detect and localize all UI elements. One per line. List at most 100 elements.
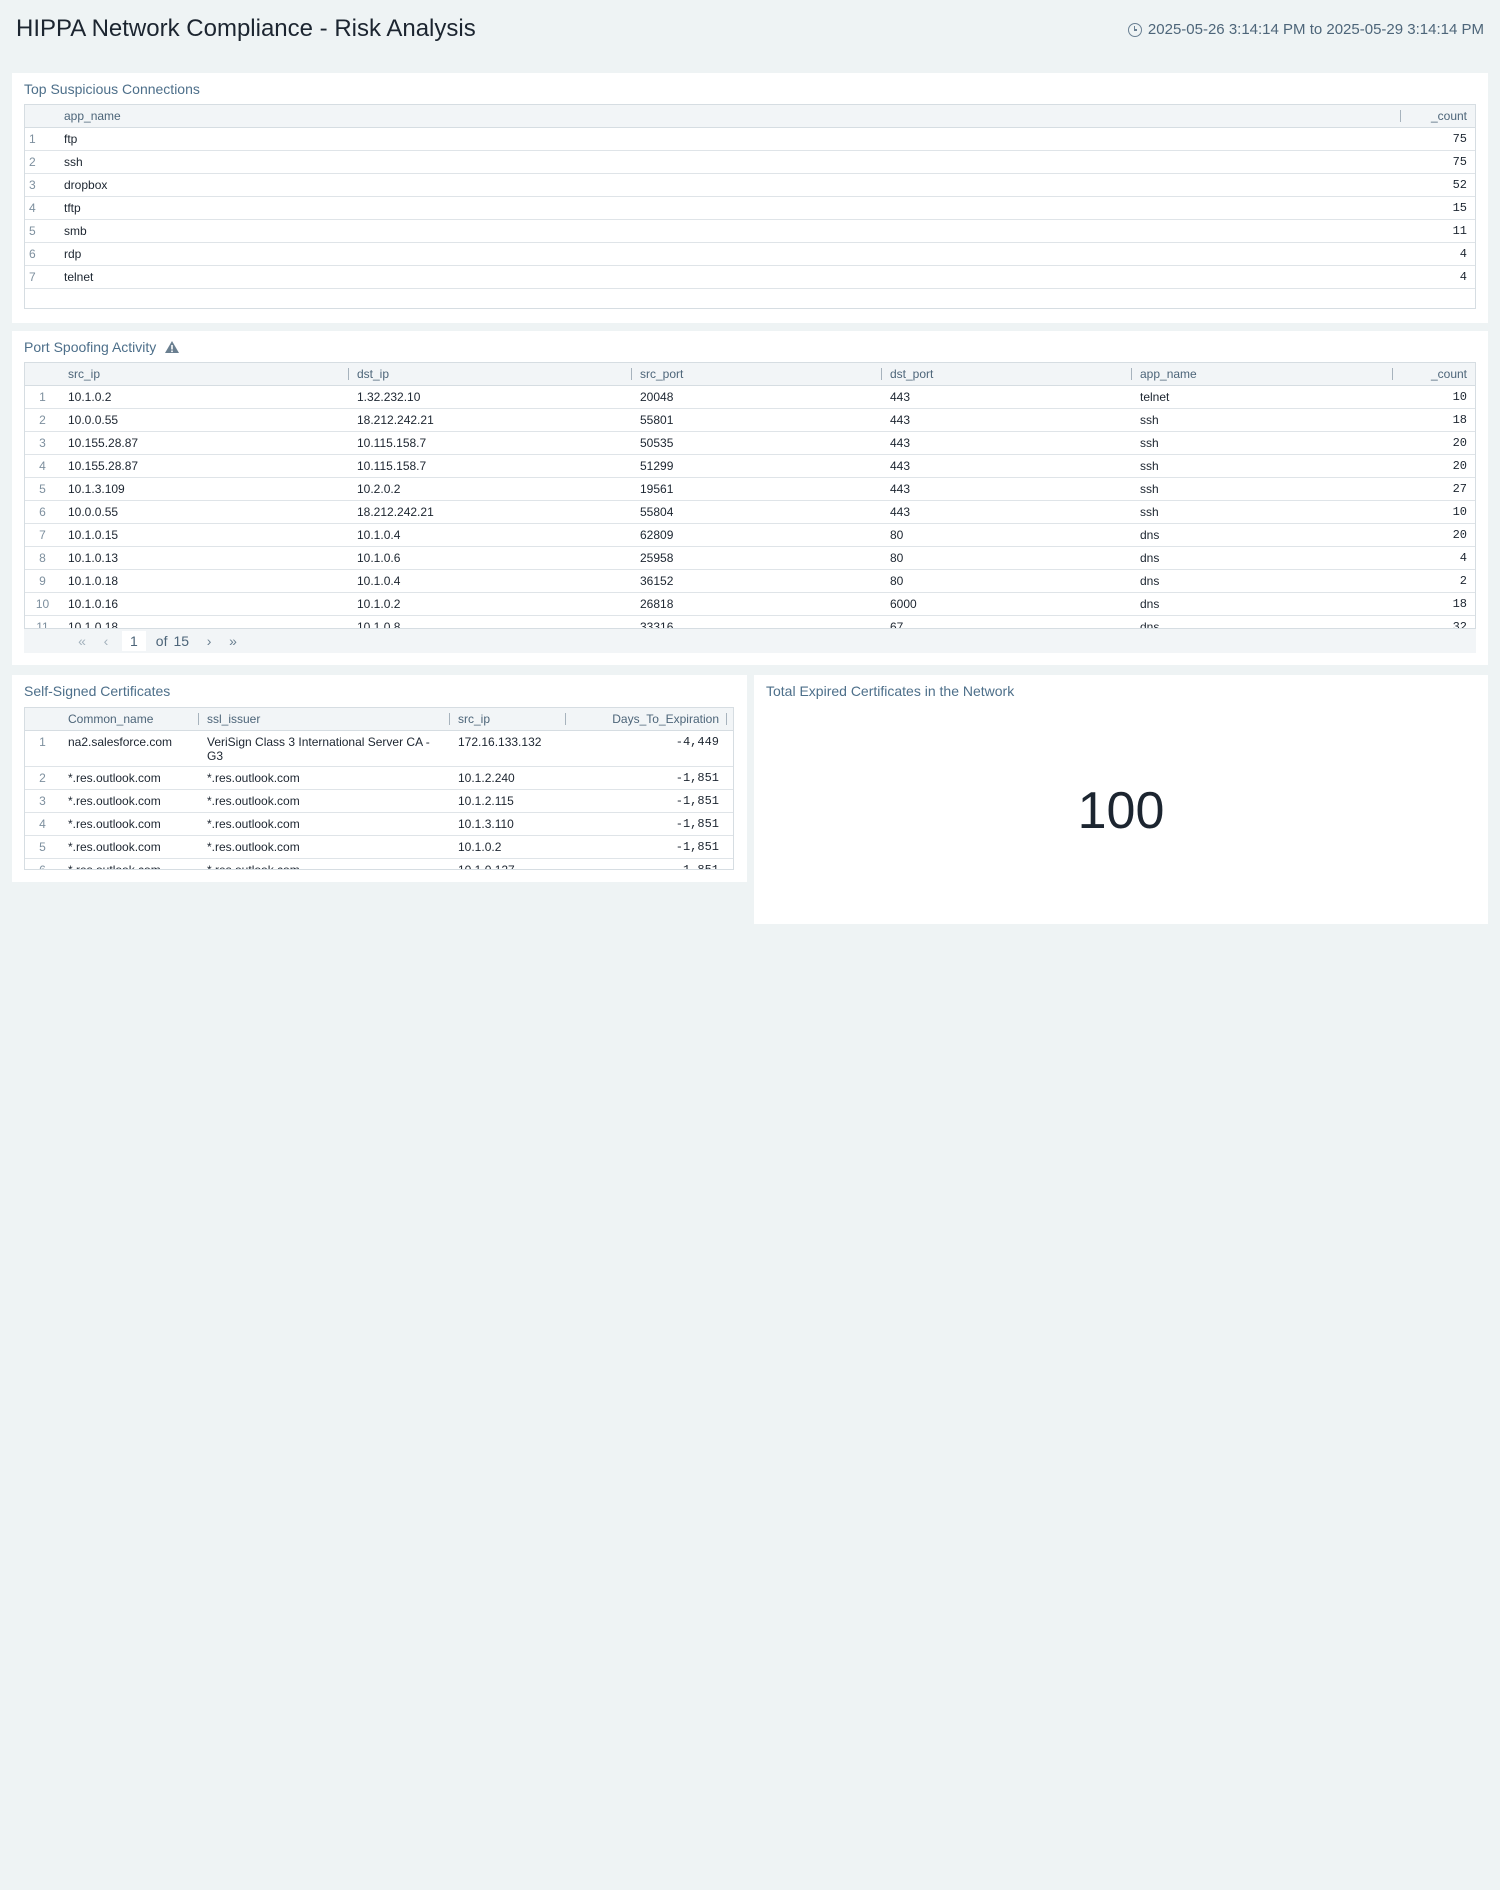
count-cell: 11 (1401, 219, 1475, 243)
expired-certificates-panel: Total Expired Certificates in the Networ… (754, 675, 1488, 924)
table-row[interactable]: 4 10.155.28.87 10.115.158.7 51299 443 ssh 20 (25, 454, 1475, 478)
expired-certificates-count: 100 (1077, 782, 1165, 840)
app-name-cell: dns (1132, 615, 1393, 628)
app-name-cell: telnet (56, 265, 1401, 289)
table-row[interactable]: 6 10.0.0.55 18.212.242.21 55804 443 ssh 10 (25, 500, 1475, 524)
table-row[interactable]: 8 10.1.0.13 10.1.0.6 25958 80 dns 4 (25, 546, 1475, 570)
truncated-cell (727, 766, 733, 790)
app-name-cell: dns (1132, 592, 1393, 616)
table-row[interactable]: 10 10.1.0.16 10.1.0.2 26818 6000 dns 18 (25, 592, 1475, 616)
table-row[interactable]: 1 ftp 75 (25, 127, 1475, 151)
column-header-app-name[interactable]: app_name (56, 105, 1401, 128)
src-ip-cell: 10.0.0.55 (60, 500, 349, 524)
dst-port-cell: 67 (882, 615, 1132, 628)
row-index: 3 (25, 431, 60, 455)
row-index: 2 (25, 408, 60, 432)
page-number-input[interactable]: 1 (122, 631, 146, 651)
table-row[interactable]: 3 dropbox 52 (25, 173, 1475, 197)
table-row[interactable]: 1 na2.salesforce.com VeriSign Class 3 Inte… (25, 730, 733, 767)
row-index: 1 (25, 127, 56, 151)
table-row[interactable]: 3 *.res.outlook.com *.res.outlook.com 10.1.… (25, 789, 733, 813)
table-row[interactable]: 7 telnet 4 (25, 265, 1475, 289)
count-cell: 18 (1393, 592, 1475, 616)
src-ip-cell: 10.0.0.55 (60, 408, 349, 432)
table-row[interactable]: 7 10.1.0.15 10.1.0.4 62809 80 dns 20 (25, 523, 1475, 547)
common-name-cell: *.res.outlook.com (60, 858, 199, 869)
dst-port-cell: 80 (882, 523, 1132, 547)
dst-ip-cell: 10.2.0.2 (349, 477, 632, 501)
warning-icon[interactable] (164, 340, 180, 354)
column-header-dst-port[interactable]: dst_port (882, 363, 1132, 386)
table-row[interactable]: 11 10.1.0.18 10.1.0.8 33316 67 dns 32 (25, 615, 1475, 628)
src-ip-cell: 10.1.2.115 (450, 789, 566, 813)
src-ip-cell: 10.1.0.13 (60, 546, 349, 570)
column-header-count[interactable]: _count (1401, 105, 1475, 128)
first-page-icon[interactable]: « (70, 633, 94, 649)
ssl-issuer-cell: *.res.outlook.com (199, 835, 450, 859)
dst-ip-cell: 10.1.0.4 (349, 569, 632, 593)
table-row[interactable]: 5 10.1.3.109 10.2.0.2 19561 443 ssh 27 (25, 477, 1475, 501)
app-name-cell: dns (1132, 546, 1393, 570)
table-row[interactable]: 6 *.res.outlook.com *.res.outlook.com 10.1.… (25, 858, 733, 869)
column-header-dst-ip[interactable]: dst_ip (349, 363, 632, 386)
last-page-icon[interactable]: » (221, 633, 245, 649)
self-signed-certificates-panel: Self-Signed Certificates Common_name ssl… (12, 675, 747, 882)
table-row[interactable]: 3 10.155.28.87 10.115.158.7 50535 443 ssh 20 (25, 431, 1475, 455)
app-name-cell: tftp (56, 196, 1401, 220)
row-index: 6 (25, 242, 56, 266)
row-index: 5 (25, 219, 56, 243)
column-header-truncated[interactable] (727, 708, 733, 731)
column-header-days-to-expiration[interactable]: Days_To_Expiration (566, 708, 727, 731)
row-index: 4 (25, 196, 56, 220)
row-index: 1 (25, 730, 60, 767)
dashboard-header: HIPPA Network Compliance - Risk Analysis… (0, 0, 1500, 60)
src-ip-cell: 10.155.28.87 (60, 454, 349, 478)
row-index: 8 (25, 546, 60, 570)
table-row[interactable]: 2 ssh 75 (25, 150, 1475, 174)
app-name-cell: dns (1132, 523, 1393, 547)
top-suspicious-connections-panel: Top Suspicious Connections app_name _cou… (12, 73, 1488, 323)
ssl-issuer-cell: *.res.outlook.com (199, 812, 450, 836)
next-page-icon[interactable]: › (197, 633, 221, 649)
table-row[interactable]: 2 *.res.outlook.com *.res.outlook.com 10.1.… (25, 766, 733, 790)
table-row[interactable]: 1 10.1.0.2 1.32.232.10 20048 443 telnet 10 (25, 385, 1475, 409)
table-row[interactable]: 4 tftp 15 (25, 196, 1475, 220)
count-cell: 4 (1401, 265, 1475, 289)
column-header-common-name[interactable]: Common_name (60, 708, 199, 731)
app-name-cell: telnet (1132, 385, 1393, 409)
row-index: 5 (25, 477, 60, 501)
row-index: 10 (25, 592, 60, 616)
row-index: 1 (25, 385, 60, 409)
table-row[interactable]: 4 *.res.outlook.com *.res.outlook.com 10.1.… (25, 812, 733, 836)
common-name-cell: *.res.outlook.com (60, 766, 199, 790)
row-index: 4 (25, 454, 60, 478)
count-cell: 32 (1393, 615, 1475, 628)
ssl-issuer-cell: VeriSign Class 3 International Server CA… (199, 730, 450, 767)
time-range-picker[interactable]: 2025-05-26 3:14:14 PM to 2025-05-29 3:14… (1127, 21, 1484, 38)
column-header-app-name[interactable]: app_name (1132, 363, 1393, 386)
column-header-src-port[interactable]: src_port (632, 363, 882, 386)
column-header-src-ip[interactable]: src_ip (60, 363, 349, 386)
table-row[interactable]: 6 rdp 4 (25, 242, 1475, 266)
table-row[interactable]: 9 10.1.0.18 10.1.0.4 36152 80 dns 2 (25, 569, 1475, 593)
app-name-cell: dropbox (56, 173, 1401, 197)
src-ip-cell: 10.1.0.16 (60, 592, 349, 616)
src-port-cell: 51299 (632, 454, 882, 478)
row-index: 2 (25, 150, 56, 174)
dst-ip-cell: 10.115.158.7 (349, 431, 632, 455)
count-cell: 18 (1393, 408, 1475, 432)
self-signed-certificates-table: Common_name ssl_issuer src_ip Days_To_Ex… (24, 707, 734, 870)
table-row[interactable]: 5 smb 11 (25, 219, 1475, 243)
dst-port-cell: 443 (882, 500, 1132, 524)
column-header-ssl-issuer[interactable]: ssl_issuer (199, 708, 450, 731)
clock-icon (1127, 22, 1142, 37)
column-header-count[interactable]: _count (1393, 363, 1475, 386)
previous-page-icon[interactable]: ‹ (94, 633, 118, 649)
table-row[interactable]: 2 10.0.0.55 18.212.242.21 55801 443 ssh 18 (25, 408, 1475, 432)
src-port-cell: 55804 (632, 500, 882, 524)
row-index-header (25, 363, 60, 386)
suspicious-connections-table: app_name _count 1 ftp 75 2 ssh 75 3 dropbox 52 4 t… (24, 104, 1476, 309)
column-header-src-ip[interactable]: src_ip (450, 708, 566, 731)
app-name-cell: ssh (1132, 477, 1393, 501)
table-row[interactable]: 5 *.res.outlook.com *.res.outlook.com 10.1.… (25, 835, 733, 859)
